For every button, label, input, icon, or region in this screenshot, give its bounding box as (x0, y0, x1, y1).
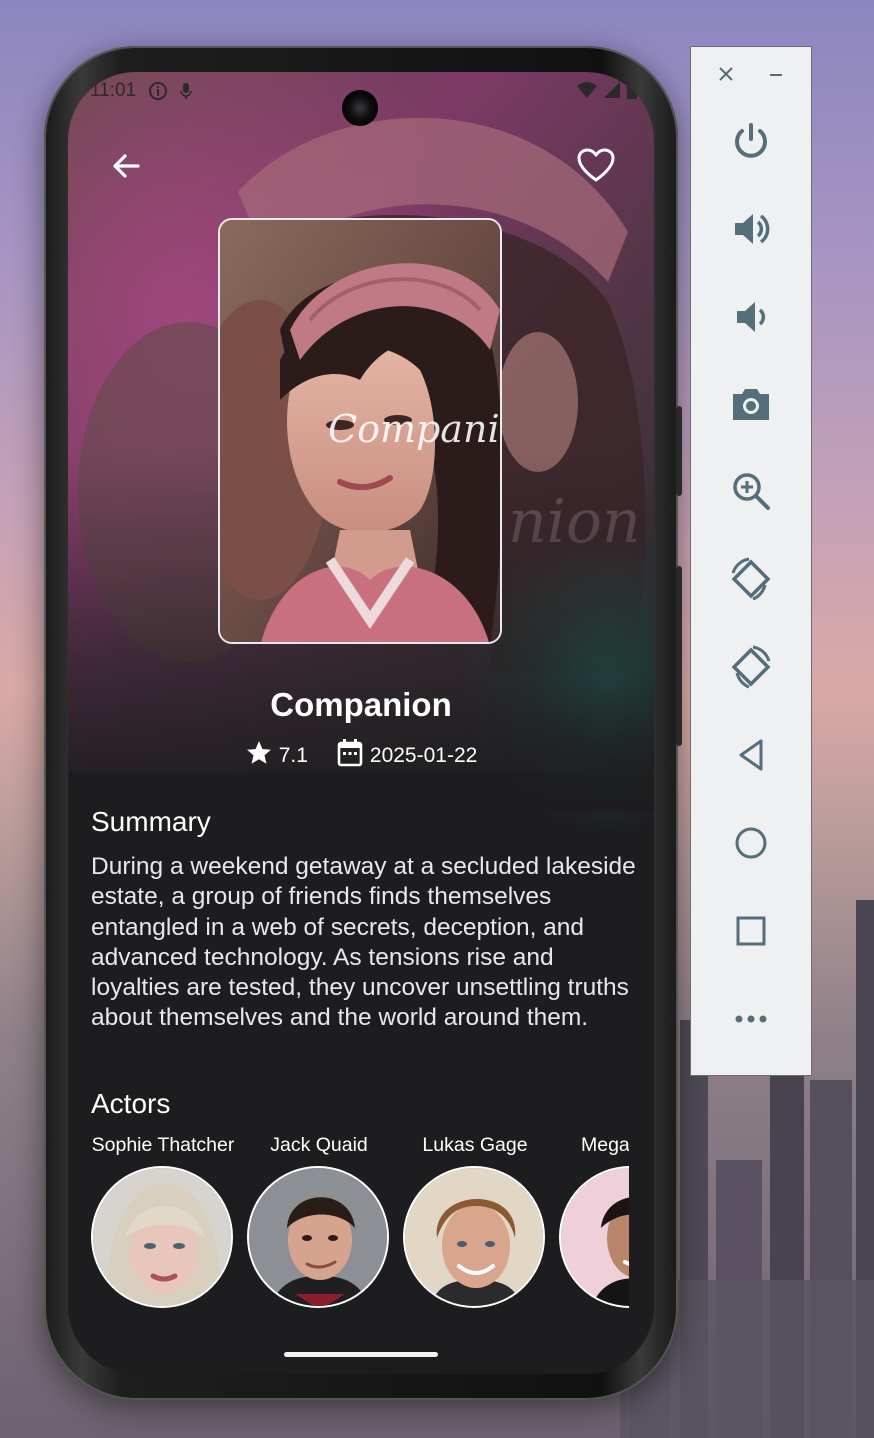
arrow-back-icon (106, 154, 146, 190)
volume-down-button[interactable] (725, 293, 777, 345)
rating-value: 7.1 (278, 744, 308, 767)
actor-card[interactable]: Jack Quaid (247, 1134, 391, 1308)
actor-photo (247, 1166, 389, 1308)
toolbar-minimize-button[interactable] (763, 63, 789, 89)
actor-card[interactable]: Mega (559, 1134, 629, 1308)
more-icon (731, 999, 771, 1044)
phone-side-button (676, 406, 682, 496)
gesture-home-bar[interactable] (284, 1352, 438, 1357)
heart-outline-icon (576, 148, 616, 190)
actors-list[interactable]: Sophie Thatcher Jack Quaid Lukas Gage Me… (91, 1134, 629, 1314)
status-time: 11:01 (90, 80, 137, 101)
screenshot-button[interactable] (725, 380, 777, 432)
nav-back-button[interactable] (725, 731, 777, 783)
back-triangle-icon (731, 735, 771, 780)
star-icon (245, 739, 273, 773)
actor-name: Jack Quaid (270, 1134, 368, 1156)
front-camera (342, 90, 378, 126)
actor-photo (91, 1166, 233, 1308)
close-icon (717, 63, 735, 88)
movie-meta: 7.1 2025-01-22 (68, 738, 654, 774)
release-date: 2025-01-22 (369, 744, 478, 767)
power-icon (729, 119, 773, 168)
actor-name: Mega (581, 1134, 629, 1156)
wifi-icon (576, 80, 598, 106)
zoom-button[interactable] (725, 467, 777, 519)
minimize-icon (767, 63, 785, 88)
actor-card[interactable]: Sophie Thatcher (91, 1134, 235, 1308)
actor-name: Lukas Gage (422, 1134, 528, 1156)
power-button[interactable] (725, 117, 777, 169)
overview-square-icon (731, 911, 771, 956)
rotate-left-icon (727, 555, 775, 608)
back-button[interactable] (106, 146, 146, 186)
info-icon (148, 81, 168, 107)
nav-home-button[interactable] (725, 819, 777, 871)
rotate-right-icon (727, 643, 775, 696)
emulator-toolbar (690, 46, 812, 1076)
volume-up-button[interactable] (725, 205, 777, 257)
more-button[interactable] (725, 995, 777, 1047)
actor-photo (403, 1166, 545, 1308)
home-circle-icon (731, 823, 771, 868)
mic-icon (178, 81, 194, 107)
app-screen: nion 11:01 (68, 72, 654, 1374)
nav-overview-button[interactable] (725, 907, 777, 959)
movie-poster: Companion (218, 218, 502, 644)
poster-title-text: Companion (328, 407, 502, 451)
camera-icon (729, 382, 773, 431)
rotate-right-button[interactable] (725, 643, 777, 695)
volume-down-icon (729, 295, 773, 344)
rotate-left-button[interactable] (725, 555, 777, 607)
toolbar-close-button[interactable] (713, 63, 739, 89)
volume-up-icon (729, 207, 773, 256)
battery-icon (626, 80, 638, 106)
signal-icon (602, 80, 622, 106)
calendar-icon (336, 738, 364, 774)
phone-volume-button (676, 566, 682, 746)
actor-photo (559, 1166, 629, 1308)
movie-title: Companion (270, 686, 452, 723)
actors-heading: Actors (91, 1088, 171, 1119)
summary-heading: Summary (91, 806, 211, 837)
summary-text: During a weekend getaway at a secluded l… (91, 853, 636, 1032)
zoom-icon (729, 469, 773, 518)
actor-name: Sophie Thatcher (91, 1134, 235, 1156)
actor-card[interactable]: Lukas Gage (403, 1134, 547, 1308)
favorite-button[interactable] (576, 146, 616, 186)
